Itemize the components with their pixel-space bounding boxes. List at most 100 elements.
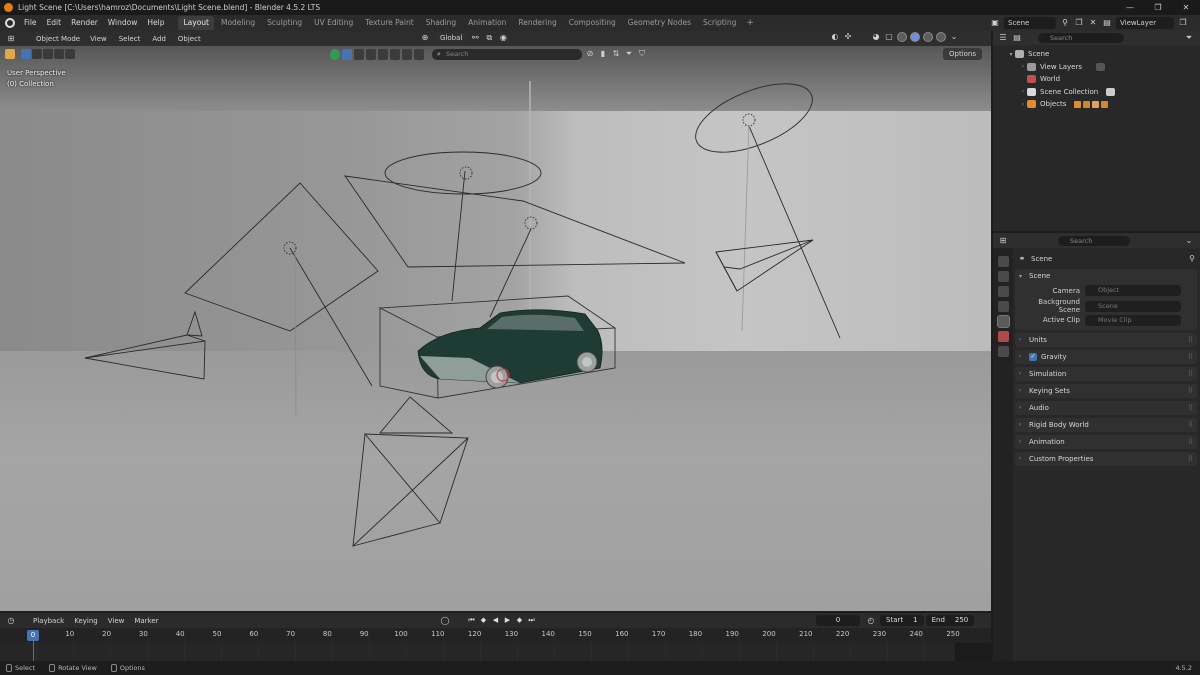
- timeline-menu-playback[interactable]: Playback: [28, 617, 69, 625]
- rendered-shading-icon[interactable]: [936, 32, 946, 42]
- funnel-icon[interactable]: ⏷: [624, 49, 634, 59]
- playhead[interactable]: 0: [27, 630, 39, 641]
- auto-key-icon[interactable]: ◯: [440, 616, 450, 626]
- view-layer-field[interactable]: ViewLayer: [1116, 16, 1174, 29]
- audio-panel[interactable]: › Audio ⠿: [1015, 400, 1197, 415]
- tab-layout[interactable]: Layout: [178, 16, 214, 30]
- tab-uv-editing[interactable]: UV Editing: [309, 16, 358, 30]
- keying-sets-panel[interactable]: › Keying Sets ⠿: [1015, 383, 1197, 398]
- solid-shading-icon[interactable]: [910, 32, 920, 42]
- xray-icon[interactable]: ▢: [884, 32, 894, 42]
- bookmark-icon[interactable]: ▮: [598, 49, 608, 59]
- menu-help[interactable]: Help: [142, 15, 169, 31]
- timeline-editor-icon[interactable]: ◷: [6, 616, 16, 626]
- viewport-search-input[interactable]: Search: [432, 49, 582, 60]
- material-shading-icon[interactable]: [923, 32, 933, 42]
- expand-arrow-icon[interactable]: ▾: [1007, 51, 1015, 58]
- filter-all-icon[interactable]: [330, 49, 340, 60]
- properties-editor-icon[interactable]: ⊞: [998, 236, 1008, 246]
- prev-keyframe-icon[interactable]: ◆: [479, 616, 488, 625]
- end-frame-field[interactable]: End 250: [925, 615, 975, 626]
- tab-texture-paint[interactable]: Texture Paint: [360, 16, 418, 30]
- add-workspace-button[interactable]: +: [742, 18, 758, 28]
- outliner-search-input[interactable]: Search: [1038, 33, 1124, 43]
- drag-grip-icon[interactable]: ⠿: [1188, 353, 1193, 361]
- close-icon[interactable]: ✕: [1172, 0, 1200, 15]
- visibility-icon[interactable]: ◐: [830, 32, 840, 42]
- collapse-arrow-icon[interactable]: ›: [1019, 63, 1027, 70]
- timeline-menu-keying[interactable]: Keying: [69, 617, 103, 625]
- current-frame-field[interactable]: 0: [816, 615, 860, 626]
- output-tab-icon[interactable]: [997, 286, 1009, 297]
- jump-end-icon[interactable]: ⏭: [527, 616, 536, 625]
- overlays-icon[interactable]: ◕: [871, 32, 881, 42]
- proportional-edit-icon[interactable]: ◉: [498, 33, 508, 43]
- filter-other-icon[interactable]: [402, 49, 412, 60]
- menu-edit[interactable]: Edit: [42, 15, 67, 31]
- select-tool-icon[interactable]: [5, 49, 15, 59]
- timeline-ruler[interactable]: 0 10 20 30 40 50 60 70 80 90 100 110 120 130 140 150 160…: [0, 630, 991, 642]
- drag-grip-icon[interactable]: ⠿: [1188, 421, 1193, 429]
- outliner-row-scene[interactable]: ▾ Scene: [993, 48, 1200, 61]
- snap-icon[interactable]: ⧉: [484, 33, 494, 43]
- new-scene-icon[interactable]: ❐: [1074, 18, 1084, 28]
- simulation-panel[interactable]: › Simulation ⠿: [1015, 366, 1197, 381]
- object-mode-dropdown[interactable]: Object Mode: [32, 32, 85, 45]
- select-subtract-icon[interactable]: [43, 49, 53, 59]
- orientation-dropdown[interactable]: Global: [436, 32, 467, 44]
- collection-tab-icon[interactable]: [997, 346, 1009, 357]
- filter-toggle-icon[interactable]: ⊘: [585, 49, 595, 59]
- outliner-row-objects[interactable]: › Objects: [993, 98, 1200, 111]
- drag-grip-icon[interactable]: ⠿: [1188, 404, 1193, 412]
- 3d-viewport[interactable]: ⊞ Object Mode View Select Add Object ⊕ G…: [0, 31, 991, 611]
- tab-sculpting[interactable]: Sculpting: [262, 16, 307, 30]
- clock-icon[interactable]: ◴: [866, 616, 876, 626]
- viewport-menu-view[interactable]: View: [84, 35, 113, 43]
- menu-window[interactable]: Window: [103, 15, 143, 31]
- rigid-body-world-panel[interactable]: › Rigid Body World ⠿: [1015, 417, 1197, 432]
- minimize-icon[interactable]: —: [1116, 0, 1144, 15]
- outliner-editor-icon[interactable]: ☰: [998, 33, 1008, 43]
- drag-grip-icon[interactable]: ⠿: [1188, 387, 1193, 395]
- scene-name-field[interactable]: Scene: [1004, 16, 1056, 29]
- menu-render[interactable]: Render: [66, 15, 103, 31]
- animation-panel[interactable]: › Animation ⠿: [1015, 434, 1197, 449]
- filter-camera-icon[interactable]: [378, 49, 388, 60]
- tool-tab-icon[interactable]: [997, 256, 1009, 267]
- outliner-row-world[interactable]: World: [993, 73, 1200, 86]
- filter-mesh-icon[interactable]: [342, 49, 352, 60]
- drag-grip-icon[interactable]: ⠿: [1188, 336, 1193, 344]
- display-mode-icon[interactable]: ▤: [1012, 33, 1022, 43]
- pin-icon[interactable]: ⚲: [1060, 18, 1070, 28]
- drag-grip-icon[interactable]: ⠿: [1188, 455, 1193, 463]
- select-new-icon[interactable]: [21, 49, 31, 59]
- collapse-arrow-icon[interactable]: ›: [1019, 88, 1027, 95]
- select-invert-icon[interactable]: [54, 49, 64, 59]
- play-reverse-icon[interactable]: ◀: [491, 616, 500, 625]
- next-keyframe-icon[interactable]: ◆: [515, 616, 524, 625]
- tab-modeling[interactable]: Modeling: [216, 16, 260, 30]
- filter-curve-icon[interactable]: [354, 49, 364, 60]
- maximize-icon[interactable]: ❐: [1144, 0, 1172, 15]
- jump-start-icon[interactable]: ⏮: [467, 616, 476, 625]
- select-extend-icon[interactable]: [32, 49, 42, 59]
- drag-grip-icon[interactable]: ⠿: [1188, 438, 1193, 446]
- shield-icon[interactable]: ⛉: [637, 49, 647, 59]
- play-icon[interactable]: ▶: [503, 616, 512, 625]
- wireframe-shading-icon[interactable]: [897, 32, 907, 42]
- editor-type-icon[interactable]: ⊞: [6, 34, 16, 44]
- outliner-filter-icon[interactable]: ⏷: [1184, 33, 1194, 43]
- collapse-arrow-icon[interactable]: ›: [1019, 101, 1027, 108]
- tab-scripting[interactable]: Scripting: [698, 16, 741, 30]
- gizmo-icon[interactable]: ✣: [843, 32, 853, 42]
- world-tab-icon[interactable]: [997, 331, 1009, 342]
- tab-animation[interactable]: Animation: [463, 16, 511, 30]
- options-button[interactable]: Options: [943, 48, 983, 60]
- menu-file[interactable]: File: [19, 15, 42, 31]
- tab-geometry-nodes[interactable]: Geometry Nodes: [623, 16, 696, 30]
- pivot-icon[interactable]: ⚯: [470, 33, 480, 43]
- blender-logo-icon[interactable]: [5, 18, 15, 28]
- active-clip-field[interactable]: Movie Clip: [1085, 314, 1181, 326]
- shading-dropdown-icon[interactable]: ⌄: [949, 32, 959, 42]
- new-view-layer-icon[interactable]: ❐: [1178, 18, 1188, 28]
